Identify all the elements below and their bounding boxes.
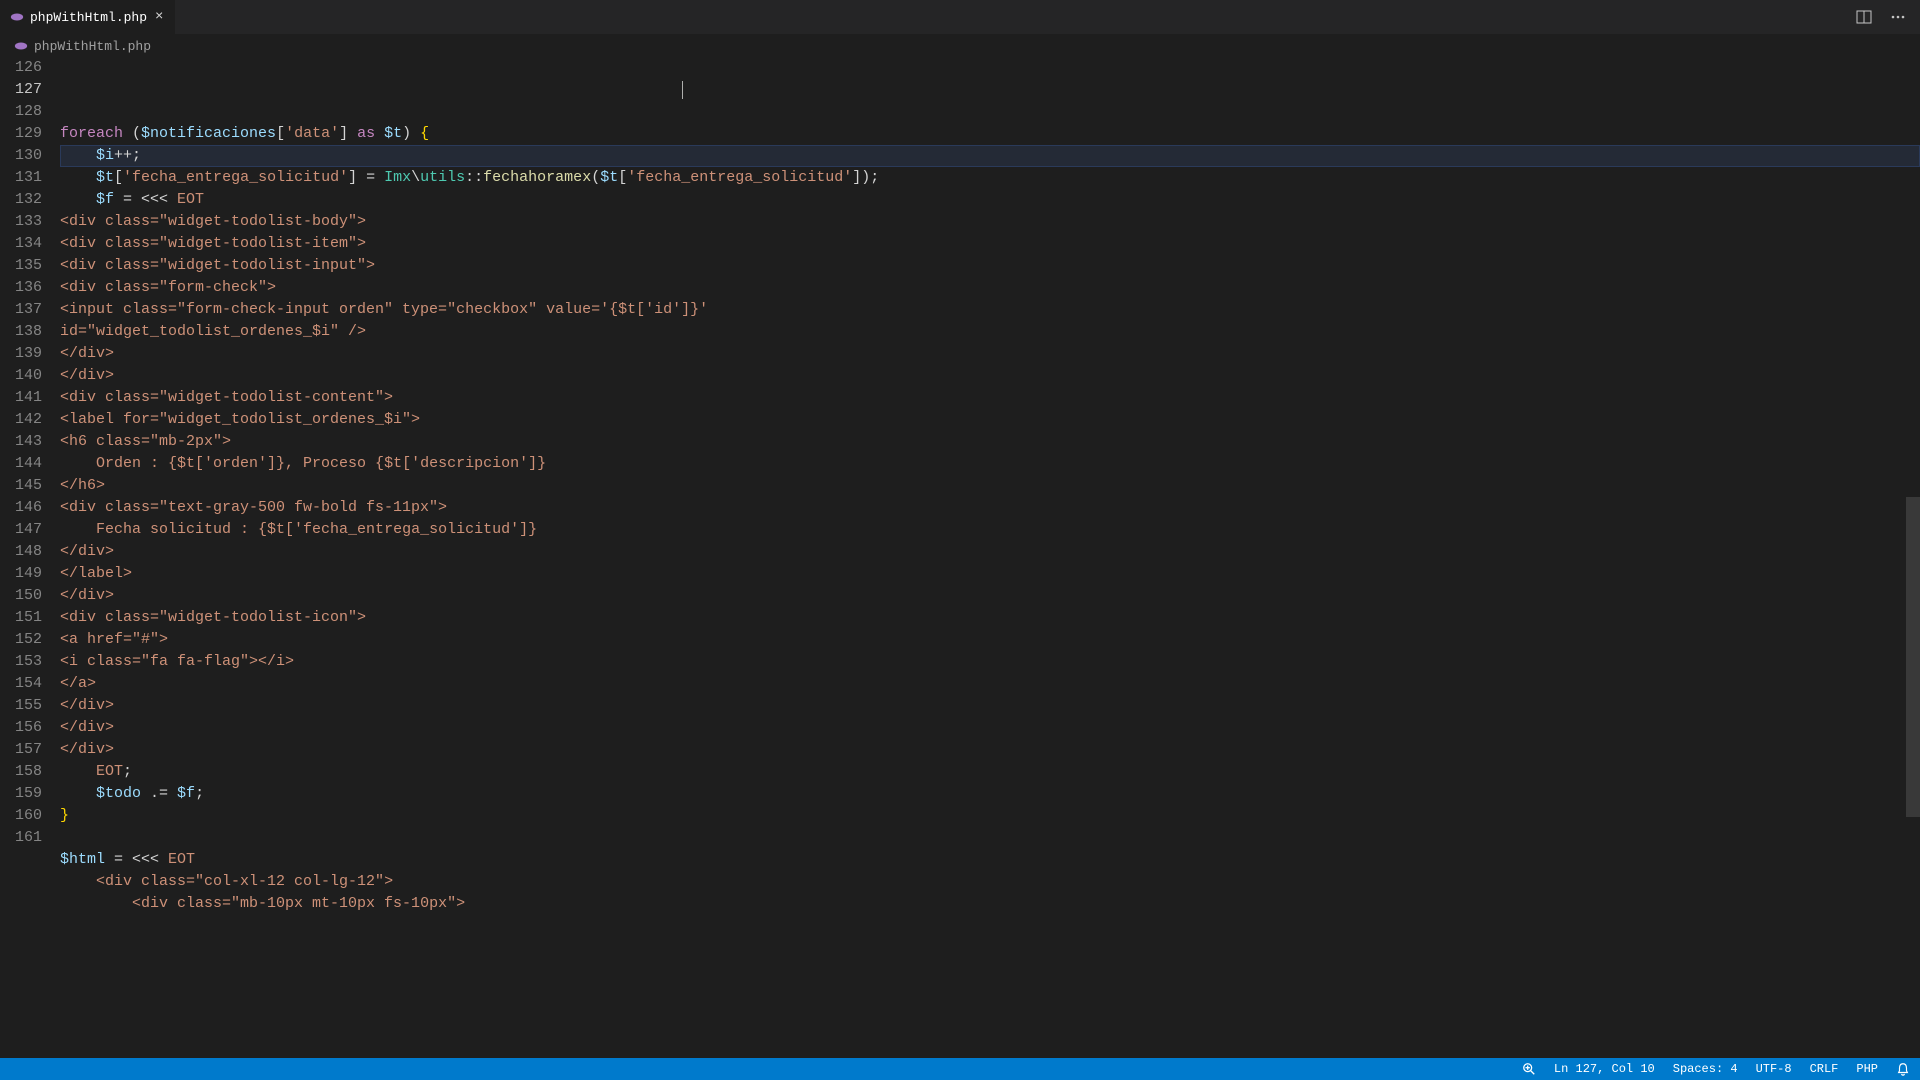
code-line[interactable] xyxy=(60,827,1920,849)
editor-actions xyxy=(1856,9,1920,25)
code-line[interactable]: </div> xyxy=(60,739,1920,761)
code-line[interactable]: </div> xyxy=(60,541,1920,563)
line-number[interactable]: 146 xyxy=(0,497,42,519)
line-number[interactable]: 160 xyxy=(0,805,42,827)
code-line[interactable]: Fecha solicitud : {$t['fecha_entrega_sol… xyxy=(60,519,1920,541)
code-line[interactable]: $i++; xyxy=(60,145,1920,167)
status-zoom-icon[interactable] xyxy=(1522,1062,1536,1076)
line-number[interactable]: 157 xyxy=(0,739,42,761)
code-line[interactable]: </div> xyxy=(60,365,1920,387)
status-indentation[interactable]: Spaces: 4 xyxy=(1673,1062,1738,1076)
line-number[interactable]: 139 xyxy=(0,343,42,365)
breadcrumb[interactable]: phpWithHtml.php xyxy=(0,35,1920,57)
editor-tab[interactable]: phpWithHtml.php × xyxy=(0,0,175,34)
code-line[interactable]: } xyxy=(60,805,1920,827)
php-file-icon xyxy=(14,39,28,53)
status-notifications-icon[interactable] xyxy=(1896,1062,1910,1076)
line-number[interactable]: 155 xyxy=(0,695,42,717)
tab-close-icon[interactable]: × xyxy=(153,7,165,27)
status-bar: Ln 127, Col 10 Spaces: 4 UTF-8 CRLF PHP xyxy=(0,1058,1920,1080)
code-line[interactable]: <div class="col-xl-12 col-lg-12"> xyxy=(60,871,1920,893)
code-editor[interactable]: 1261271281291301311321331341351361371381… xyxy=(0,57,1920,1058)
code-line[interactable]: <div class="mb-10px mt-10px fs-10px"> xyxy=(60,893,1920,915)
code-line[interactable]: </div> xyxy=(60,717,1920,739)
scrollbar[interactable] xyxy=(1906,57,1920,1058)
status-encoding[interactable]: UTF-8 xyxy=(1756,1062,1792,1076)
line-number[interactable]: 128 xyxy=(0,101,42,123)
line-number[interactable]: 131 xyxy=(0,167,42,189)
code-line[interactable]: <i class="fa fa-flag"></i> xyxy=(60,651,1920,673)
line-number[interactable]: 151 xyxy=(0,607,42,629)
code-line[interactable]: $t['fecha_entrega_solicitud'] = Imx\util… xyxy=(60,167,1920,189)
line-number[interactable]: 130 xyxy=(0,145,42,167)
breadcrumb-file: phpWithHtml.php xyxy=(34,39,151,54)
line-number[interactable]: 147 xyxy=(0,519,42,541)
line-number[interactable]: 136 xyxy=(0,277,42,299)
code-line[interactable]: $todo .= $f; xyxy=(60,783,1920,805)
line-number[interactable]: 129 xyxy=(0,123,42,145)
line-number[interactable]: 143 xyxy=(0,431,42,453)
line-number[interactable]: 158 xyxy=(0,761,42,783)
php-file-icon xyxy=(10,10,24,24)
code-line[interactable]: </h6> xyxy=(60,475,1920,497)
line-number[interactable]: 142 xyxy=(0,409,42,431)
line-number[interactable]: 152 xyxy=(0,629,42,651)
tab-filename: phpWithHtml.php xyxy=(30,10,147,25)
line-number[interactable]: 133 xyxy=(0,211,42,233)
line-number[interactable]: 145 xyxy=(0,475,42,497)
line-number[interactable]: 140 xyxy=(0,365,42,387)
line-number[interactable]: 148 xyxy=(0,541,42,563)
code-line[interactable]: <label for="widget_todolist_ordenes_$i"> xyxy=(60,409,1920,431)
code-line[interactable]: $f = <<< EOT xyxy=(60,189,1920,211)
line-number[interactable]: 150 xyxy=(0,585,42,607)
line-number[interactable]: 137 xyxy=(0,299,42,321)
line-number[interactable]: 149 xyxy=(0,563,42,585)
status-language[interactable]: PHP xyxy=(1856,1062,1878,1076)
code-line[interactable]: </div> xyxy=(60,695,1920,717)
line-number[interactable]: 141 xyxy=(0,387,42,409)
code-line[interactable]: </div> xyxy=(60,585,1920,607)
code-line[interactable]: </div> xyxy=(60,343,1920,365)
code-line[interactable]: <h6 class="mb-2px"> xyxy=(60,431,1920,453)
line-number-gutter[interactable]: 1261271281291301311321331341351361371381… xyxy=(0,57,60,1058)
code-line[interactable]: <input class="form-check-input orden" ty… xyxy=(60,299,1920,321)
line-number[interactable]: 138 xyxy=(0,321,42,343)
code-line[interactable]: <div class="widget-todolist-input"> xyxy=(60,255,1920,277)
line-number[interactable]: 159 xyxy=(0,783,42,805)
code-line[interactable]: <div class="widget-todolist-icon"> xyxy=(60,607,1920,629)
code-line[interactable]: <div class="text-gray-500 fw-bold fs-11p… xyxy=(60,497,1920,519)
line-number[interactable]: 134 xyxy=(0,233,42,255)
split-editor-icon[interactable] xyxy=(1856,9,1872,25)
code-line[interactable]: <div class="form-check"> xyxy=(60,277,1920,299)
code-line[interactable]: <div class="widget-todolist-content"> xyxy=(60,387,1920,409)
line-number[interactable]: 144 xyxy=(0,453,42,475)
line-number[interactable]: 135 xyxy=(0,255,42,277)
more-actions-icon[interactable] xyxy=(1890,9,1906,25)
code-line[interactable]: </label> xyxy=(60,563,1920,585)
code-line[interactable]: foreach ($notificaciones['data'] as $t) … xyxy=(60,123,1920,145)
scrollbar-thumb[interactable] xyxy=(1906,497,1920,817)
code-line[interactable]: <div class="widget-todolist-item"> xyxy=(60,233,1920,255)
line-number[interactable]: 156 xyxy=(0,717,42,739)
line-number[interactable]: 132 xyxy=(0,189,42,211)
code-line[interactable]: </a> xyxy=(60,673,1920,695)
code-line[interactable]: $html = <<< EOT xyxy=(60,849,1920,871)
code-line[interactable]: <a href="#"> xyxy=(60,629,1920,651)
code-line[interactable]: id="widget_todolist_ordenes_$i" /> xyxy=(60,321,1920,343)
text-cursor xyxy=(682,81,683,99)
tab-bar: phpWithHtml.php × xyxy=(0,0,1920,35)
line-number[interactable]: 127 xyxy=(0,79,42,101)
line-number[interactable]: 154 xyxy=(0,673,42,695)
code-line[interactable]: <div class="widget-todolist-body"> xyxy=(60,211,1920,233)
line-number[interactable]: 161 xyxy=(0,827,42,849)
line-number[interactable]: 126 xyxy=(0,57,42,79)
code-content[interactable]: foreach ($notificaciones['data'] as $t) … xyxy=(60,57,1920,1058)
code-line[interactable]: Orden : {$t['orden']}, Proceso {$t['desc… xyxy=(60,453,1920,475)
status-eol[interactable]: CRLF xyxy=(1810,1062,1839,1076)
line-number[interactable]: 153 xyxy=(0,651,42,673)
status-cursor-position[interactable]: Ln 127, Col 10 xyxy=(1554,1062,1655,1076)
code-line[interactable]: EOT; xyxy=(60,761,1920,783)
